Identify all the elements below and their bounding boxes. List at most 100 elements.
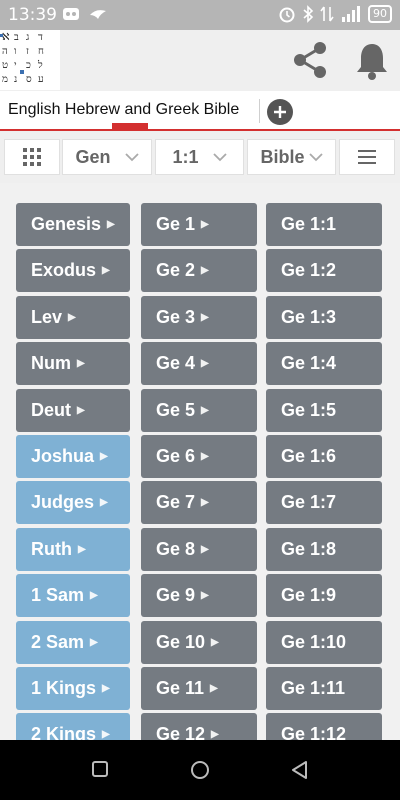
chapter-button-label: Ge 11	[156, 677, 205, 698]
verse-button[interactable]: Ge 1:12	[266, 713, 382, 740]
add-tab-button[interactable]	[267, 99, 293, 125]
verse-button[interactable]: Ge 1:4	[266, 342, 382, 386]
chapter-button[interactable]: Ge 12 ▶	[141, 713, 257, 740]
verse-button[interactable]: Ge 1:10	[266, 620, 382, 664]
home-icon[interactable]	[190, 760, 210, 780]
tab-active-indicator	[112, 123, 148, 129]
book-button-label: 2 Sam	[31, 631, 85, 652]
chapter-button[interactable]: Ge 6 ▶	[141, 434, 257, 478]
grid-icon	[23, 148, 41, 166]
svg-text:ס: ס	[26, 74, 32, 85]
triangle-right-icon: ▶	[77, 543, 86, 555]
bell-icon[interactable]	[354, 40, 390, 80]
chapter-button[interactable]: Ge 9 ▶	[141, 574, 257, 618]
verse-column: Ge 1:1 Ge 1:2 Ge 1:3 Ge 1:4 Ge 1:5 Ge 1:6 Ge 1…	[266, 203, 382, 740]
triangle-right-icon: ▶	[201, 265, 209, 277]
book-button-label: Lev	[31, 306, 63, 327]
book-button[interactable]: 1 Sam ▶	[16, 574, 130, 618]
svg-text:ג: ג	[26, 32, 29, 43]
triangle-right-icon: ▶	[201, 497, 209, 509]
battery-indicator: 90	[368, 5, 392, 23]
svg-text:ז: ז	[26, 46, 29, 57]
chapter-button[interactable]: Ge 8 ▶	[141, 527, 257, 571]
verse-button[interactable]: Ge 1:6	[266, 434, 382, 478]
grid-view-button[interactable]	[4, 139, 60, 175]
signal-icon	[342, 6, 360, 22]
verse-button[interactable]: Ge 1:3	[266, 295, 382, 339]
chapter-button[interactable]: Ge 5 ▶	[141, 388, 257, 432]
book-select[interactable]: Gen	[62, 139, 152, 175]
triangle-right-icon: ▶	[68, 311, 76, 323]
chapter-button[interactable]: Ge 7 ▶	[141, 481, 257, 525]
chapter-button[interactable]: Ge 4 ▶	[141, 342, 257, 386]
chapter-button[interactable]: Ge 11 ▶	[141, 666, 257, 710]
chapter-button-label: Ge 9	[156, 585, 196, 606]
svg-text:ע: ע	[38, 74, 44, 85]
svg-text:ח: ח	[38, 46, 44, 57]
share-icon[interactable]	[288, 38, 332, 82]
verse-button[interactable]: Ge 1:11	[266, 666, 382, 710]
triangle-right-icon: ▶	[77, 404, 85, 416]
book-button[interactable]: Exodus ▶	[16, 249, 130, 293]
chapter-button-label: Ge 10	[156, 631, 206, 652]
verse-select[interactable]: 1:1	[155, 139, 244, 175]
triangle-right-icon: ▶	[201, 219, 209, 230]
app-header	[0, 30, 400, 91]
book-button[interactable]: Num ▶	[16, 342, 130, 386]
book-button[interactable]: 1 Kings ▶	[16, 666, 130, 710]
verse-button[interactable]: Ge 1:5	[266, 388, 382, 432]
bible-select-value: Bible	[260, 146, 305, 167]
bible-select[interactable]: Bible	[247, 139, 336, 175]
system-nav-bar	[0, 740, 400, 800]
chapter-button[interactable]: Ge 10 ▶	[141, 620, 257, 664]
chevron-down-icon	[212, 153, 227, 162]
svg-text:י: י	[14, 60, 17, 71]
tab-english-hebrew-greek-bible[interactable]: English Hebrew and Greek Bible	[8, 101, 239, 119]
verse-button[interactable]: Ge 1:7	[266, 481, 382, 525]
triangle-right-icon: ▶	[201, 311, 209, 323]
triangle-right-icon: ▶	[201, 590, 209, 602]
book-button[interactable]: Ruth ▶	[16, 527, 130, 571]
book-button[interactable]: Genesis ▶	[16, 203, 130, 246]
book-button-label: Deut	[31, 399, 71, 420]
book-button-label: Num	[31, 353, 71, 374]
verse-button[interactable]: Ge 1:1	[266, 203, 382, 246]
chapter-column: Ge 1 ▶ Ge 2 ▶ Ge 3 ▶ Ge 4 ▶ Ge 5 ▶ Ge 6 ▶ Ge 7 ▶ Ge 8 ▶…	[141, 203, 257, 740]
book-button[interactable]: 2 Kings ▶	[16, 713, 130, 740]
status-time: 13:39	[8, 5, 57, 25]
chapter-button[interactable]: Ge 2 ▶	[141, 249, 257, 293]
book-button[interactable]: 2 Sam ▶	[16, 620, 130, 664]
svg-text:ב: ב	[14, 32, 19, 43]
chapter-button[interactable]: Ge 3 ▶	[141, 295, 257, 339]
book-button-label: 1 Sam	[31, 585, 85, 606]
chapter-button-label: Ge 8	[156, 538, 196, 559]
verse-button-label: Ge 1:8	[281, 538, 337, 559]
book-button-label: Joshua	[31, 445, 95, 466]
status-bar: 13:39 90	[0, 0, 400, 30]
verse-button[interactable]: Ge 1:9	[266, 574, 382, 618]
data-transfer-icon	[320, 6, 334, 22]
verse-button[interactable]: Ge 1:2	[266, 249, 382, 293]
back-icon[interactable]	[290, 760, 310, 780]
chapter-button-label: Ge 2	[156, 260, 196, 281]
verse-button-label: Ge 1:4	[281, 353, 337, 374]
recent-apps-icon[interactable]	[91, 760, 109, 778]
alarm-icon	[279, 7, 295, 23]
book-button[interactable]: Joshua ▶	[16, 434, 130, 478]
book-button[interactable]: Judges ▶	[16, 481, 130, 525]
chapter-button[interactable]: Ge 1 ▶	[141, 203, 257, 246]
chapter-button-label: Ge 6	[156, 445, 196, 466]
svg-text:ט: ט	[2, 60, 8, 71]
triangle-right-icon: ▶	[201, 404, 209, 416]
tab-divider	[259, 99, 260, 123]
menu-button[interactable]	[339, 139, 395, 175]
triangle-right-icon: ▶	[102, 729, 110, 740]
triangle-right-icon: ▶	[100, 450, 108, 462]
verse-button-label: Ge 1:9	[281, 585, 337, 606]
bluetooth-icon	[303, 5, 314, 23]
book-button[interactable]: Lev ▶	[16, 295, 130, 339]
book-button[interactable]: Deut ▶	[16, 388, 130, 432]
selection-grid: Genesis ▶ Exodus ▶ Lev ▶ Num ▶ Deut ▶ Joshua ▶ Judge…	[0, 183, 400, 740]
verse-button[interactable]: Ge 1:8	[266, 527, 382, 571]
triangle-right-icon: ▶	[100, 497, 108, 509]
